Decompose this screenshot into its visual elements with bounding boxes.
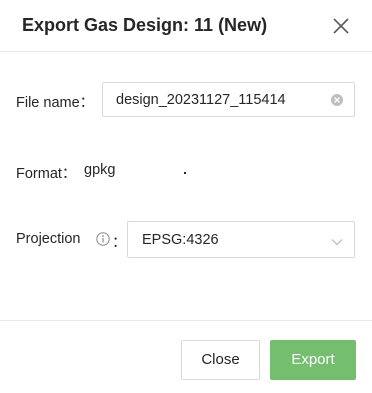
clear-circle-icon[interactable] <box>331 94 343 106</box>
close-icon[interactable] <box>331 16 351 36</box>
file-name-value[interactable]: design_20231127_115414 <box>116 92 286 108</box>
file-name-label: File name： <box>16 95 95 111</box>
chevron-down-icon <box>330 234 344 246</box>
format-value: gpkg <box>84 162 116 178</box>
close-button[interactable]: Close <box>181 340 260 380</box>
dialog-title: Export Gas Design: 11 (New) <box>22 15 268 35</box>
projection-select[interactable]: EPSG:4326 <box>127 221 355 258</box>
projection-separator: ： <box>112 235 127 251</box>
dialog-header: Export Gas Design: 11 (New) <box>0 0 372 52</box>
projection-value: EPSG:4326 <box>142 232 219 248</box>
projection-label: Projection <box>16 231 81 247</box>
footer-divider <box>0 320 372 321</box>
dot-mark <box>184 172 186 174</box>
format-label: Format： <box>16 166 77 182</box>
export-dialog: Export Gas Design: 11 (New) File name： d… <box>0 0 372 393</box>
info-circle-icon[interactable] <box>96 232 110 246</box>
export-button[interactable]: Export <box>270 340 356 380</box>
file-name-input[interactable]: design_20231127_115414 <box>102 82 355 117</box>
